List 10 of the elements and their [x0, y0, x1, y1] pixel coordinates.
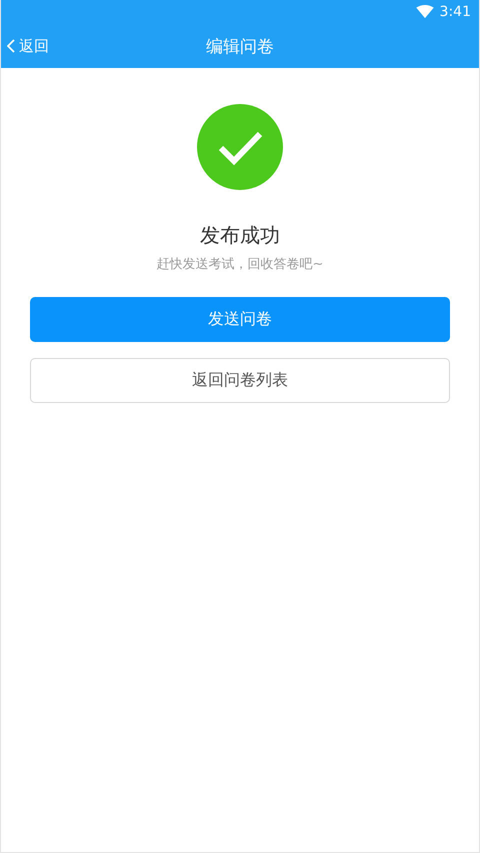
success-check-icon [197, 104, 283, 190]
result-subtitle: 赶快发送考试，回收答卷吧~ [156, 256, 324, 273]
result-title: 发布成功 [200, 222, 280, 249]
wifi-icon [416, 5, 434, 19]
status-time: 3:41 [440, 4, 471, 20]
page-title: 编辑问卷 [206, 36, 274, 58]
chevron-left-icon [7, 39, 15, 53]
list-button[interactable]: 返回问卷列表 [30, 358, 450, 403]
send-button[interactable]: 发送问卷 [30, 297, 450, 342]
back-button[interactable]: 返回 [5, 24, 51, 68]
